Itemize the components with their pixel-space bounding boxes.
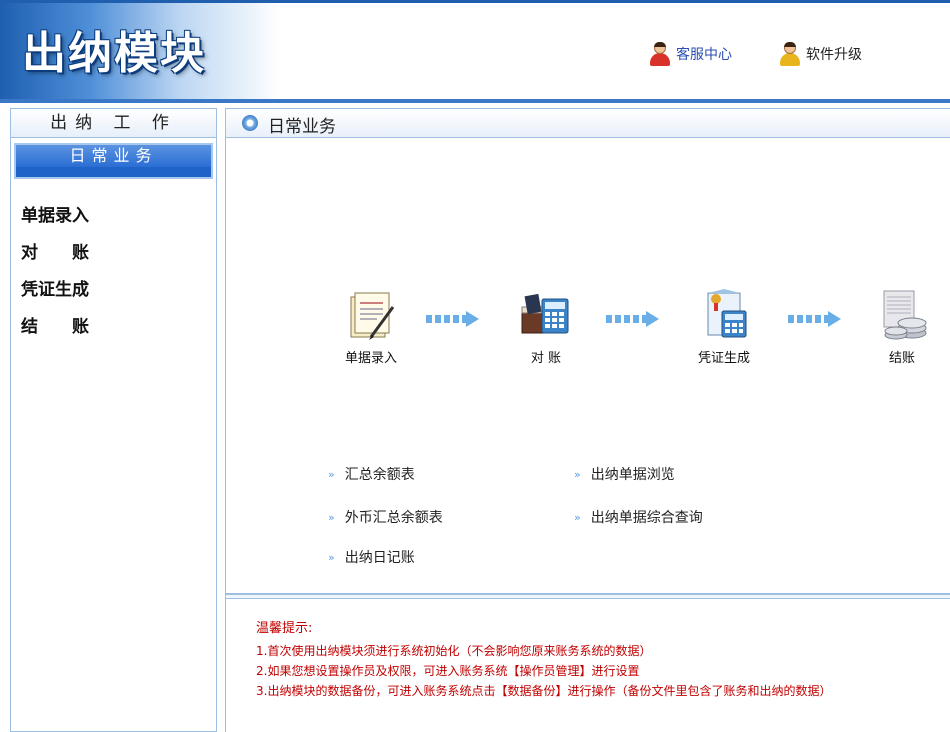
link-cashier-documents-browse[interactable]: » 出纳单据浏览	[574, 464, 675, 484]
book-calculator-icon	[516, 285, 576, 345]
flow-label-reconciliation: 对 账	[530, 351, 562, 366]
link-summary-balance[interactable]: » 汇总余额表	[328, 464, 415, 484]
link-label: 外币汇总余额表	[344, 510, 443, 526]
bullet-icon: »	[574, 467, 581, 481]
flow-arrow-right-icon	[606, 309, 660, 329]
tip-line: 3.出纳模块的数据备份，可进入账务系统点击【数据备份】进行操作（备份文件里包含了…	[256, 684, 832, 698]
flow-voucher-generation[interactable]: 凭证生成	[684, 285, 764, 366]
main-header: 日常业务	[226, 109, 950, 138]
link-label: 出纳单据综合查询	[590, 510, 703, 526]
sidebar-title: 出纳 工 作	[11, 109, 216, 138]
bullet-icon: »	[328, 550, 335, 564]
bullet-icon: »	[328, 467, 335, 481]
flow-arrow-right-icon	[788, 309, 842, 329]
software-upgrade-label: 软件升级	[806, 47, 862, 63]
sidebar: 出纳 工 作 日常业务 单据录入 对 账 凭证生成 结 账	[10, 108, 217, 732]
flow-label-voucher-entry: 单据录入	[344, 351, 397, 366]
header-banner: 出纳模块 客服中心 软件升级	[0, 0, 950, 101]
tips-title: 温馨提示:	[256, 621, 313, 636]
tip-line: 2.如果您想设置操作员及权限，可进入账务系统【操作员管理】进行设置	[256, 664, 640, 678]
flow-closing[interactable]: 结账	[862, 285, 942, 366]
app-title: 出纳模块	[22, 28, 206, 79]
upgrade-person-icon	[778, 42, 802, 66]
bullet-icon: »	[328, 510, 335, 524]
section-divider	[226, 593, 950, 599]
sidebar-item-voucher-generation[interactable]: 凭证生成	[21, 275, 89, 300]
link-label: 出纳日记账	[344, 550, 415, 566]
sidebar-section-daily-business[interactable]: 日常业务	[14, 143, 213, 179]
flow-label-voucher-generation: 凭证生成	[697, 351, 750, 366]
page-title: 日常业务	[268, 117, 336, 137]
ledger-coins-icon	[872, 285, 932, 345]
gear-icon	[242, 115, 258, 131]
software-upgrade-button[interactable]: 软件升级	[778, 41, 862, 67]
sidebar-section-label: 日常业务	[16, 145, 211, 167]
header-divider	[0, 99, 950, 103]
sidebar-item-voucher-entry[interactable]: 单据录入	[21, 201, 89, 226]
documents-pen-icon	[341, 285, 401, 345]
bullet-icon: »	[574, 510, 581, 524]
main-panel: 日常业务 单据录入 对 账 凭证生成 结账 » 汇总余额表 » 外币汇总余额表 …	[225, 108, 950, 732]
flow-reconciliation[interactable]: 对 账	[506, 285, 586, 366]
link-cashier-journal[interactable]: » 出纳日记账	[328, 547, 415, 567]
flow-voucher-entry[interactable]: 单据录入	[331, 285, 411, 366]
link-label: 汇总余额表	[344, 467, 415, 483]
customer-service-label: 客服中心	[676, 47, 732, 63]
customer-service-button[interactable]: 客服中心	[648, 41, 732, 67]
link-foreign-currency-summary[interactable]: » 外币汇总余额表	[328, 507, 443, 527]
link-label: 出纳单据浏览	[590, 467, 675, 483]
flow-arrow-right-icon	[426, 309, 480, 329]
link-cashier-documents-query[interactable]: » 出纳单据综合查询	[574, 507, 703, 527]
tip-line: 1.首次使用出纳模块须进行系统初始化（不会影响您原来账务系统的数据）	[256, 644, 652, 658]
tips-panel: 温馨提示: 1.首次使用出纳模块须进行系统初始化（不会影响您原来账务系统的数据）…	[256, 619, 831, 701]
sidebar-item-reconciliation[interactable]: 对 账	[21, 238, 89, 263]
flow-label-closing: 结账	[888, 351, 915, 366]
sidebar-item-closing[interactable]: 结 账	[21, 312, 89, 337]
customer-service-icon	[648, 42, 672, 66]
certificate-calculator-icon	[694, 285, 754, 345]
